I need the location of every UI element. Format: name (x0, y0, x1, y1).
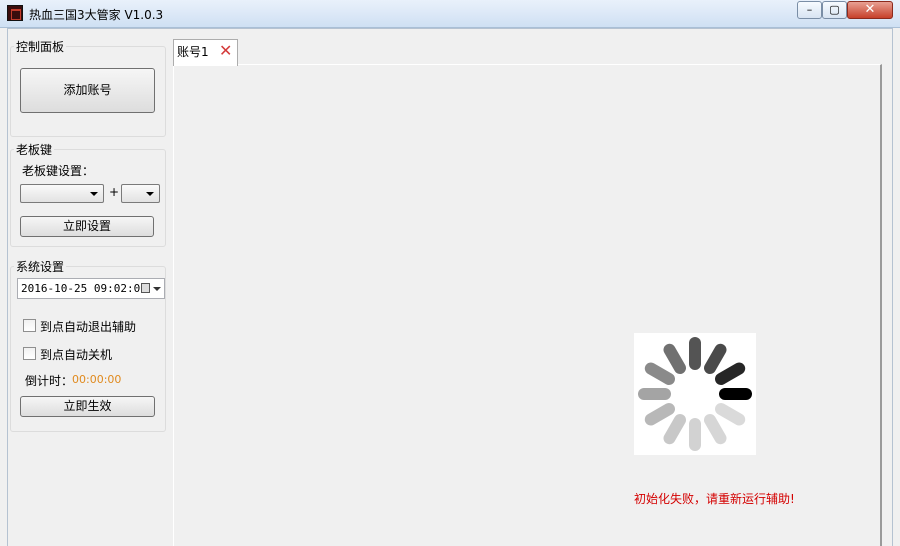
spinner-bar (715, 362, 746, 385)
countdown-value: 00:00:00 (72, 373, 122, 386)
status-message: 初始化失败，请重新运行辅助! (634, 492, 795, 506)
auto-shutdown-checkbox[interactable] (23, 347, 36, 360)
plus-sign: + (109, 185, 120, 199)
spinner-bar (704, 343, 727, 374)
minimize-icon: – (806, 3, 813, 16)
maximize-button[interactable]: ▢ (822, 1, 847, 19)
window-title: 热血三国3大管家 V1.0.3 (29, 8, 164, 22)
boss-key-apply-label: 立即设置 (62, 219, 111, 233)
title-bar[interactable]: 热血三国3大管家 V1.0.3 – ▢ ✕ (0, 0, 900, 28)
system-settings-group-label: 系统设置 (14, 258, 67, 275)
close-x-icon[interactable]: ✕ (219, 41, 232, 60)
boss-key-key-select[interactable] (121, 184, 160, 203)
loading-spinner (634, 333, 756, 455)
boss-key-modifier-select[interactable] (20, 184, 104, 203)
spinner-bar (644, 403, 675, 426)
tab-account-1[interactable]: 账号1 ✕ (173, 39, 238, 66)
system-apply-label: 立即生效 (63, 399, 112, 413)
boss-key-group-label: 老板键 (14, 141, 55, 158)
auto-exit-label[interactable]: 到点自动退出辅助 (40, 318, 136, 335)
chevron-down-icon (153, 287, 161, 291)
datetime-picker[interactable]: 2016-10-25 09:02:00 (17, 278, 165, 299)
close-button[interactable]: ✕ (847, 1, 893, 19)
boss-key-apply-button[interactable]: 立即设置 (20, 216, 154, 237)
restore-icon: ▢ (829, 3, 840, 16)
chevron-down-icon (90, 192, 98, 196)
auto-exit-checkbox[interactable] (23, 319, 36, 332)
spinner-bar (704, 414, 727, 445)
minimize-button[interactable]: – (797, 1, 822, 19)
spinner-bar (663, 343, 686, 374)
tab-page-account-1 (173, 64, 882, 546)
chevron-down-icon (146, 192, 154, 196)
add-account-button-label: 添加账号 (63, 83, 112, 97)
countdown-label: 倒计时： (25, 374, 74, 388)
tab-account-1-label: 账号1 (177, 45, 209, 59)
spinner-bar (663, 414, 686, 445)
close-icon: ✕ (864, 2, 876, 17)
system-apply-button[interactable]: 立即生效 (20, 396, 155, 417)
app-window: 热血三国3大管家 V1.0.3 – ▢ ✕ 控制面板 添加账号 老板键 老板键设… (0, 0, 900, 546)
calendar-icon (141, 283, 150, 293)
loading-spinner-icon (638, 337, 752, 451)
datetime-value: 2016-10-25 09:02:00 (21, 282, 147, 295)
auto-shutdown-label[interactable]: 到点自动关机 (40, 346, 112, 363)
spinner-bar (715, 403, 746, 426)
add-account-button[interactable]: 添加账号 (20, 68, 155, 113)
control-panel-group-label: 控制面板 (14, 38, 67, 55)
boss-key-settings-label: 老板键设置： (22, 164, 95, 178)
spinner-bar (644, 362, 675, 385)
app-icon (7, 5, 23, 21)
